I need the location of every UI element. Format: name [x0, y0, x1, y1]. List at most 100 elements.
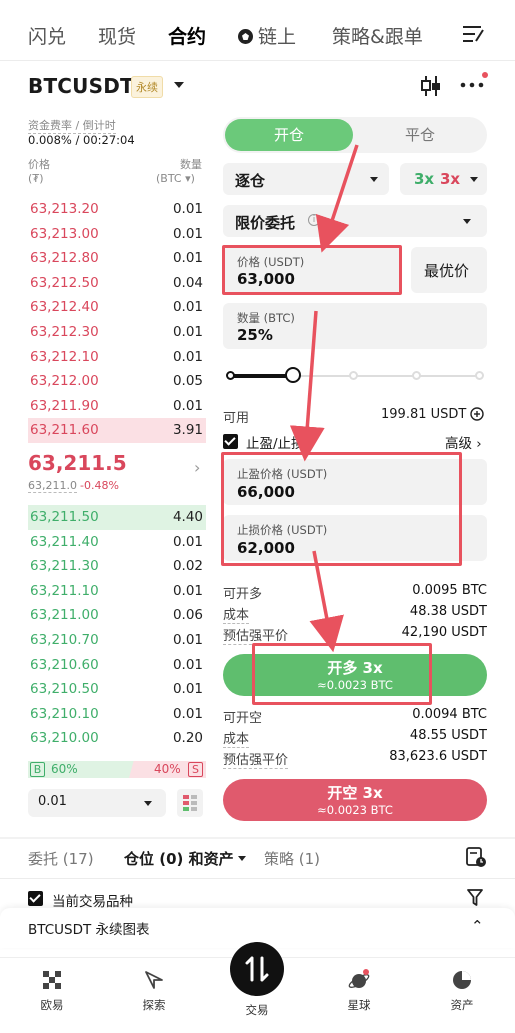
tab-strategy-copy[interactable]: 策略&跟单: [332, 22, 423, 49]
quantity-input[interactable]: 数量 (BTC) 25%: [223, 303, 487, 349]
ask-row[interactable]: 63,213.00 0.01: [28, 222, 206, 247]
ask-row[interactable]: 63,211.90 0.01: [28, 394, 206, 419]
tab-close-position[interactable]: 平仓: [355, 119, 485, 151]
order-type-select[interactable]: 限价委托 i: [223, 205, 487, 237]
current-symbol-checkbox[interactable]: [28, 891, 43, 906]
ask-price: 63,213.00: [30, 225, 99, 242]
tab-futures[interactable]: 合约: [168, 22, 206, 49]
ask-row[interactable]: 63,211.60 3.91: [28, 418, 206, 443]
ask-price: 63,211.90: [30, 397, 99, 414]
divider: [0, 837, 515, 839]
chevron-right-icon[interactable]: ›: [194, 458, 200, 477]
summary-value: 83,623.6 USDT: [389, 749, 487, 764]
nav-home-label: 欧易: [40, 998, 64, 1012]
tab-open-position[interactable]: 开仓: [225, 119, 353, 151]
ask-row[interactable]: 63,212.50 0.04: [28, 271, 206, 296]
nav-home[interactable]: 欧易: [22, 969, 82, 1013]
open-short-button[interactable]: 开空 3x ≈0.0023 BTC: [223, 779, 487, 821]
bid-price: 63,210.60: [30, 656, 99, 673]
chevron-down-icon: [237, 856, 246, 861]
ask-qty: 0.01: [172, 225, 203, 242]
bid-row[interactable]: 63,210.70 0.01: [28, 628, 206, 653]
mark-price: 63,211.0: [28, 479, 77, 493]
info-icon[interactable]: i: [308, 214, 320, 226]
nav-explore[interactable]: 探索: [124, 969, 184, 1013]
precision-select[interactable]: 0.01: [28, 789, 166, 817]
funding-label: 资金费率 / 倒计时: [28, 119, 116, 134]
stop-loss-input[interactable]: 止损价格 (USDT) 62,000: [223, 515, 487, 561]
take-profit-input[interactable]: 止盈价格 (USDT) 66,000: [223, 459, 487, 505]
pie-chart-icon: [453, 971, 471, 989]
leverage-long: 3x: [414, 170, 435, 188]
nav-assets[interactable]: 资产: [432, 969, 492, 1013]
orderbook-qty-header: 数量: [180, 158, 202, 171]
nav-planet[interactable]: 星球: [329, 969, 389, 1013]
transfer-add-icon[interactable]: [470, 407, 484, 421]
bid-row[interactable]: 63,210.10 0.01: [28, 702, 206, 727]
filter-icon[interactable]: [466, 888, 484, 907]
chevron-down-icon[interactable]: [174, 82, 184, 88]
orderbook-price-header: 价格: [28, 158, 50, 171]
ask-row[interactable]: 63,212.80 0.01: [28, 246, 206, 271]
tab-onchain[interactable]: 链上: [238, 22, 296, 49]
bid-row[interactable]: 63,211.40 0.01: [28, 530, 206, 555]
buy-sell-ratio-bar: B 60% 40% S: [28, 761, 206, 778]
menu-icon[interactable]: [461, 24, 485, 44]
open-long-button[interactable]: 开多 3x ≈0.0023 BTC: [223, 654, 487, 696]
tpsl-checkbox[interactable]: [223, 434, 238, 449]
buy-tag: B: [30, 762, 45, 777]
leverage-short: 3x: [440, 170, 461, 188]
stop-loss-label: 止损价格 (USDT): [237, 523, 328, 537]
summary-label: 成本: [223, 604, 250, 624]
ask-row[interactable]: 63,212.30 0.01: [28, 320, 206, 345]
tab-strategy[interactable]: 策略 (1): [264, 848, 320, 869]
leverage-select[interactable]: 3x 3x: [400, 163, 487, 195]
symbol-title[interactable]: BTCUSDT: [28, 74, 134, 98]
ask-price: 63,212.00: [30, 373, 99, 390]
bid-row[interactable]: 63,211.10 0.01: [28, 579, 206, 604]
candlestick-icon[interactable]: [419, 74, 443, 98]
summary-value: 0.0094 BTC: [412, 707, 487, 722]
ask-price: 63,212.10: [30, 348, 99, 365]
ask-qty: 0.01: [172, 201, 203, 217]
history-icon[interactable]: [465, 846, 487, 868]
bid-row[interactable]: 63,211.00 0.06: [28, 603, 206, 628]
bid-price: 63,211.10: [30, 582, 99, 599]
ask-row[interactable]: 63,213.20 0.01: [28, 197, 206, 222]
bid-price: 63,211.00: [30, 607, 99, 624]
ask-price: 63,212.50: [30, 274, 99, 291]
ask-row[interactable]: 63,212.00 0.05: [28, 369, 206, 394]
ask-price: 63,213.20: [30, 201, 99, 217]
price-input[interactable]: 价格 (USDT) 63,000: [223, 247, 401, 293]
bid-qty: 0.01: [172, 681, 203, 698]
bottom-nav: 欧易 探索 交易 星球 资产: [0, 942, 515, 1033]
tab-orders[interactable]: 委托 (17): [28, 848, 94, 869]
bid-qty: 0.01: [172, 582, 203, 599]
best-price-button[interactable]: 最优价: [411, 247, 487, 293]
ask-row[interactable]: 63,212.40 0.01: [28, 295, 206, 320]
tab-convert[interactable]: 闪兑: [28, 22, 66, 49]
orderbook-layout-icon[interactable]: [177, 789, 203, 817]
summary-value: 42,190 USDT: [401, 625, 487, 640]
more-icon[interactable]: [459, 72, 489, 94]
tab-spot[interactable]: 现货: [98, 22, 136, 49]
bid-price: 63,211.30: [30, 558, 99, 575]
bid-price: 63,210.50: [30, 681, 99, 698]
slider-handle[interactable]: [285, 367, 301, 383]
bid-row[interactable]: 63,210.50 0.01: [28, 677, 206, 702]
ask-qty: 0.04: [172, 274, 203, 291]
nav-trade[interactable]: 交易: [227, 942, 287, 1018]
nav-explore-label: 探索: [142, 998, 166, 1012]
margin-mode-select[interactable]: 逐仓: [223, 163, 389, 195]
bid-row[interactable]: 63,211.50 4.40: [28, 505, 206, 530]
bid-row[interactable]: 63,210.00 0.20: [28, 726, 206, 751]
orderbook-qty-unit[interactable]: (BTC ▾): [156, 172, 195, 185]
bid-row[interactable]: 63,211.30 0.02: [28, 554, 206, 579]
ask-row[interactable]: 63,212.10 0.01: [28, 345, 206, 370]
advanced-link[interactable]: 高级 ›: [445, 432, 482, 452]
quantity-input-value: 25%: [237, 326, 273, 344]
chevron-up-icon[interactable]: ⌃: [471, 917, 484, 935]
bid-row[interactable]: 63,210.60 0.01: [28, 653, 206, 678]
open-long-label: 开多 3x: [327, 659, 383, 677]
tab-positions[interactable]: 仓位 (0) 和资产: [124, 848, 246, 869]
